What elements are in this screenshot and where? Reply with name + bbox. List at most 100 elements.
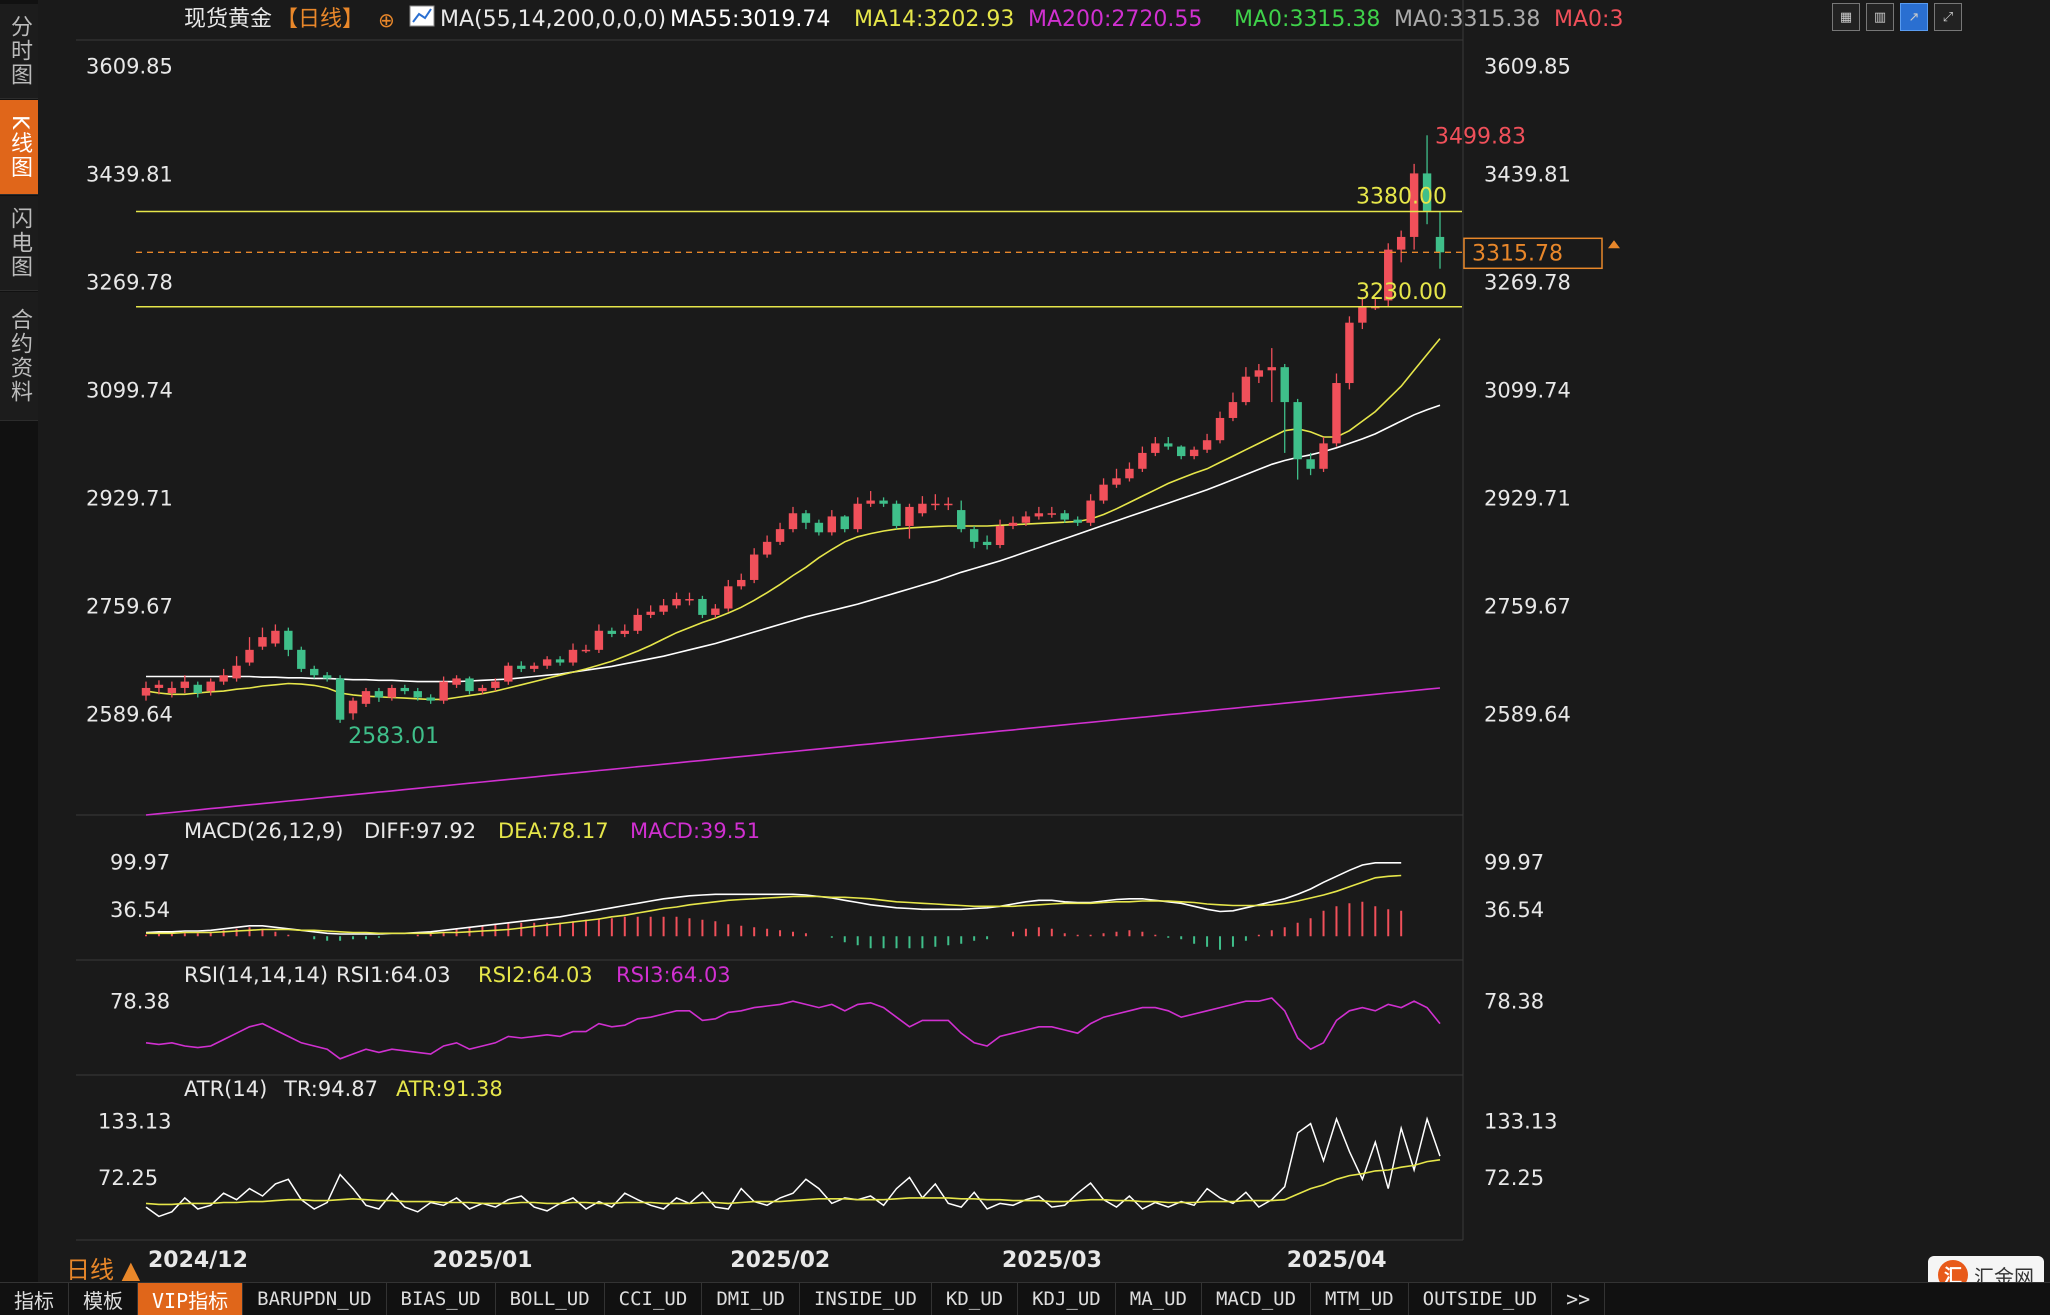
tab-contract-info[interactable]: 合约资料 (0, 292, 38, 421)
candle-body (348, 700, 358, 714)
tab-timeshare[interactable]: 分时图 (0, 4, 38, 99)
indicator-ma[interactable]: MA_UD (1116, 1283, 1202, 1315)
macd-y-label-left: 99.97 (110, 850, 170, 874)
indicator-boll[interactable]: BOLL_UD (496, 1283, 605, 1315)
candle-body (982, 541, 992, 546)
macd-y-label-right: 36.54 (1484, 898, 1544, 922)
atr-value: ATR:91.38 (396, 1077, 503, 1101)
indicator-macd[interactable]: MACD_UD (1202, 1283, 1312, 1315)
indicator-mtm[interactable]: MTM_UD (1311, 1283, 1409, 1315)
candle-body (801, 513, 811, 523)
rsi-title: RSI(14,14,14) (184, 963, 328, 987)
candle-body (749, 554, 759, 580)
rsi-y-label-right: 78.38 (1484, 990, 1544, 1014)
macd-y-label-right: 99.97 (1484, 850, 1544, 874)
candle-body (892, 503, 901, 526)
indicator-kdj[interactable]: KDJ_UD (1018, 1283, 1116, 1315)
candle-body (297, 649, 306, 669)
candle-body (1176, 446, 1186, 457)
atr-tr: TR:94.87 (283, 1077, 378, 1101)
candle-body (542, 659, 552, 666)
rsi3-value: RSI3:64.03 (616, 963, 731, 987)
candle-body (1202, 440, 1212, 450)
chart-area[interactable]: 3380.00 3230.00 3315.78 3499.83 2583.01 3609… (38, 0, 2050, 1282)
candle-body (711, 608, 720, 615)
candle-body (1008, 522, 1018, 526)
tab-kline[interactable]: K线图 (0, 100, 38, 195)
candle-body (685, 599, 694, 601)
indicator-dmi[interactable]: DMI_UD (702, 1283, 800, 1315)
candle-body (1435, 236, 1445, 253)
candle-body (310, 668, 319, 676)
tab-vip-indicators[interactable]: VIP指标 (138, 1283, 244, 1315)
high-price-label: 3499.83 (1435, 124, 1526, 149)
indicator-inside[interactable]: INSIDE_UD (800, 1283, 932, 1315)
y-tick-label-left: 2929.71 (86, 487, 173, 511)
atr-y-label-right: 72.25 (1484, 1166, 1544, 1190)
candle-body (1396, 236, 1406, 250)
candle-body (1073, 519, 1082, 523)
grid-icon[interactable]: ▦ (1832, 3, 1860, 31)
atr-title: ATR(14) (184, 1077, 267, 1101)
macd-diff: DIFF:97.92 (364, 819, 476, 843)
candle-body (478, 687, 487, 692)
y-tick-label-right: 3609.85 (1484, 55, 1571, 79)
rsi1-value: RSI1:64.03 (336, 963, 451, 987)
indicator-bias[interactable]: BIAS_UD (387, 1283, 496, 1315)
ma0-value-a: MA0:3315.38 (1234, 7, 1380, 32)
candle-body (491, 681, 500, 688)
indicator-barupdn[interactable]: BARUPDN_UD (243, 1283, 387, 1315)
ma14-value: MA14:3202.93 (854, 7, 1014, 32)
candle-body (1189, 449, 1199, 457)
y-tick-label-left: 3099.74 (86, 379, 173, 403)
expand-icon[interactable]: ⤢ (1934, 3, 1962, 31)
indicator-kd[interactable]: KD_UD (932, 1283, 1019, 1315)
candle-body (995, 525, 1005, 546)
current-price-label: 3315.78 (1472, 241, 1563, 266)
candle-body (568, 649, 578, 663)
indicator-outside[interactable]: OUTSIDE_UD (1409, 1283, 1553, 1315)
atr-y-label-left: 72.25 (98, 1166, 158, 1190)
macd-title: MACD(26,12,9) (184, 819, 344, 843)
candle-body (1086, 500, 1095, 523)
x-tick-label: 2024/12 (148, 1248, 248, 1273)
tab-templates[interactable]: 模板 (69, 1283, 138, 1315)
more-indicators-button[interactable]: >> (1552, 1283, 1606, 1315)
candle-body (957, 510, 966, 530)
level-label: 3230.00 (1356, 280, 1447, 305)
indicator-thumbnail-icon[interactable] (409, 5, 435, 27)
candle-body (1358, 306, 1367, 323)
ma-params: MA(55,14,200,0,0,0) (440, 7, 666, 32)
ma55-value: MA55:3019.74 (670, 7, 830, 32)
add-indicator-icon[interactable]: ⊕ (378, 8, 395, 32)
candle-body (504, 665, 513, 682)
indicator-cci[interactable]: CCI_UD (605, 1283, 703, 1315)
candle-body (698, 599, 707, 615)
candle-body (206, 681, 215, 692)
candle-body (607, 630, 617, 634)
candle-body (788, 513, 798, 530)
chart-icon[interactable]: ↗ (1900, 3, 1928, 31)
candle-body (400, 687, 410, 692)
tab-flash-chart[interactable]: 闪电图 (0, 196, 38, 291)
candle-icon[interactable]: ▥ (1866, 3, 1894, 31)
candle-body (1319, 443, 1328, 469)
candle-body (141, 687, 151, 696)
level-label: 3380.00 (1356, 185, 1447, 210)
period-selector[interactable]: 日线 ▲ (66, 1250, 140, 1285)
candle-body (426, 697, 435, 701)
y-tick-label-left: 2759.67 (86, 595, 173, 619)
candle-body (775, 529, 785, 542)
candle-body (672, 599, 681, 606)
y-tick-label-left: 3439.81 (86, 163, 173, 187)
tab-indicators[interactable]: 指标 (0, 1283, 69, 1315)
indicator-bar: 指标 模板 VIP指标 BARUPDN_UD BIAS_UD BOLL_UD C… (0, 1282, 2050, 1315)
x-tick-label: 2025/01 (433, 1248, 533, 1273)
candle-body (361, 691, 371, 704)
candle-body (452, 678, 461, 685)
candle-body (620, 630, 629, 634)
candle-body (969, 529, 979, 542)
macd-y-label-left: 36.54 (110, 898, 170, 922)
candle-body (814, 522, 824, 533)
x-tick-label: 2025/03 (1002, 1248, 1102, 1273)
